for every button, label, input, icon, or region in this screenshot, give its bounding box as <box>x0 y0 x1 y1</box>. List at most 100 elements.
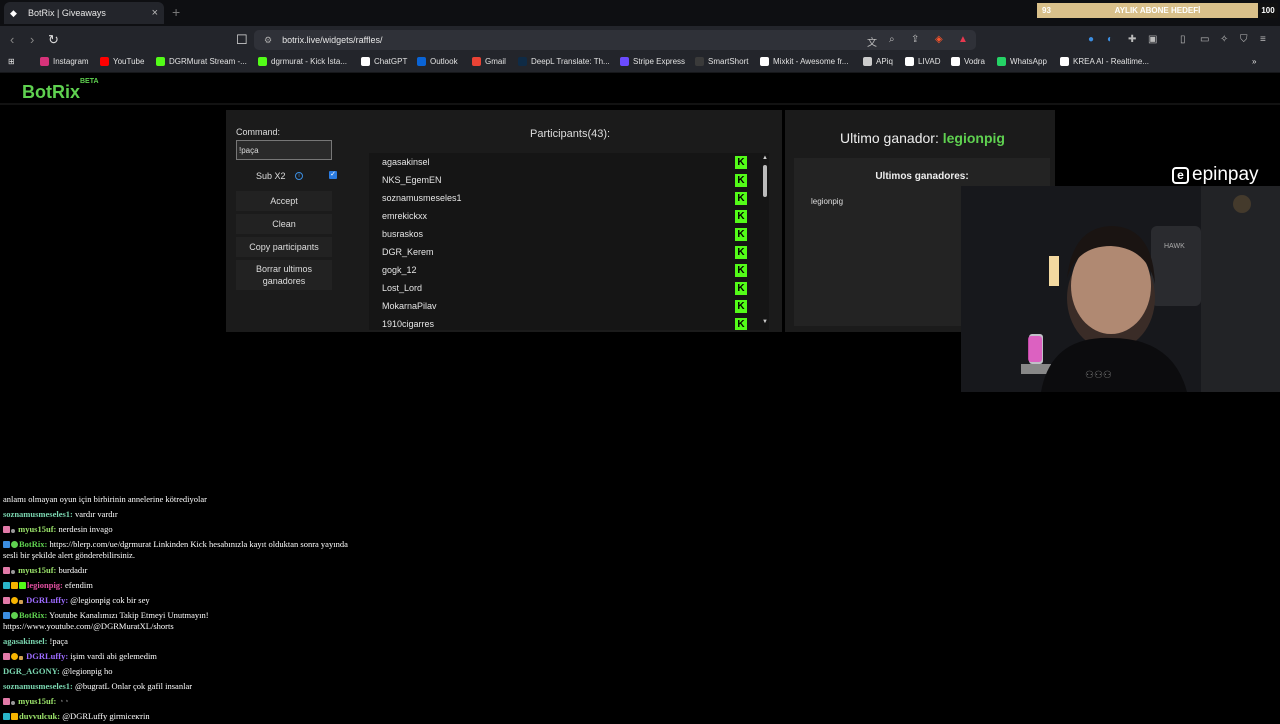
apps-icon[interactable]: ⊞ <box>8 57 15 66</box>
chat-username: DGRLuffy: <box>26 595 69 605</box>
sidebar-icon[interactable]: ▯ <box>1180 34 1186 45</box>
chat-username: BotRix: <box>19 539 48 549</box>
bookmark-item[interactable]: Outlook <box>417 57 458 66</box>
bot-badge-icon <box>3 612 10 619</box>
bookmark-item[interactable]: ChatGPT <box>361 57 407 66</box>
reload-icon[interactable]: ↻ <box>48 32 59 48</box>
chat-username: BotRix: <box>19 610 48 620</box>
translate-icon[interactable]: 文 <box>867 34 877 49</box>
bookmark-item[interactable]: DGRMurat Stream -... <box>156 57 247 66</box>
media-icon[interactable]: ▣ <box>1148 34 1157 45</box>
chat-text: vardır vardır <box>75 509 118 519</box>
chat-message: legionpig: efendim <box>3 578 348 593</box>
extension-1-icon[interactable]: ● <box>1088 34 1094 45</box>
bookmark-item[interactable]: APiq <box>863 57 893 66</box>
beta-badge: BETA <box>80 78 99 85</box>
extension-2-icon[interactable]: ◐ <box>1107 34 1113 45</box>
list-item[interactable]: soznamusmeseles1 K <box>369 190 749 208</box>
chat-text: !paça <box>49 636 68 646</box>
chat-message: myus15uf: ◔◔ <box>3 694 348 709</box>
accept-button[interactable]: Accept <box>236 191 332 211</box>
info-icon[interactable]: i <box>295 172 303 180</box>
chat-message: duvvulcuk: @DGRLuffy girmiceктin <box>3 709 348 724</box>
chat-text: @bugratL Onlar çok gafil insanlar <box>75 681 193 691</box>
clean-button[interactable]: Clean <box>236 214 332 234</box>
site-info-icon[interactable]: ⚙ <box>264 35 272 46</box>
last-winner-name: legionpig <box>942 130 1005 146</box>
participants-scrollbar[interactable]: ▲ ▼ <box>762 153 769 330</box>
bookmark-item[interactable]: KREA AI - Realtime... <box>1060 57 1149 66</box>
chat-username: DGRLuffy: <box>26 651 69 661</box>
youtube-icon <box>100 57 109 66</box>
bookmark-item[interactable]: Stripe Express <box>620 57 685 66</box>
scroll-up-icon[interactable]: ▲ <box>762 155 768 161</box>
badge-icon <box>11 701 15 705</box>
kick-icon: K <box>735 318 747 330</box>
list-item[interactable]: NKS_EgemEN K <box>369 172 749 190</box>
list-item[interactable]: busraskos K <box>369 226 749 244</box>
bookmark-item[interactable]: WhatsApp <box>997 57 1047 66</box>
chat-overlay: anlamı olmayan oyun için birbirinin anne… <box>3 492 348 724</box>
scroll-down-icon[interactable]: ▼ <box>762 319 768 325</box>
kick-icon: K <box>735 174 747 187</box>
leo-icon[interactable]: ✧ <box>1220 34 1228 45</box>
list-item[interactable]: 1910cigarres K <box>369 316 749 330</box>
sub-x2-checkbox[interactable]: ✓ <box>329 171 337 179</box>
wallet-icon[interactable]: ▭ <box>1200 34 1209 45</box>
command-input[interactable] <box>236 140 332 160</box>
bookmark-icon[interactable]: ☐ <box>236 32 248 48</box>
chat-text: @legionpig ho <box>61 666 113 676</box>
list-item[interactable]: MokarnaPilav K <box>369 298 749 316</box>
bookmark-item[interactable]: DeepL Translate: Th... <box>518 57 610 66</box>
zoom-icon[interactable]: ⌕ <box>889 34 895 45</box>
subscriber-badge-icon <box>3 653 10 660</box>
sub-x2-label: Sub X2 <box>256 171 286 181</box>
badge-icon <box>19 656 23 660</box>
subscriber-goal-bar: 93 AYLIK ABONE HEDEFİ 100 <box>1037 3 1278 18</box>
bookmark-item[interactable]: Vodra <box>951 57 985 66</box>
botrix-logo[interactable]: BotRixBETA <box>22 78 99 103</box>
menu-icon[interactable]: ≡ <box>1260 34 1266 45</box>
list-item[interactable]: Lost_Lord K <box>369 280 749 298</box>
list-item[interactable]: gogk_12 K <box>369 262 749 280</box>
epinpay-icon: e <box>1172 166 1189 184</box>
tab-bar: ◆ BotRix | Giveaways × + 93 AYLIK ABONE … <box>0 0 1280 26</box>
winner-item: legionpig <box>811 197 844 206</box>
list-item[interactable]: emrekickxx K <box>369 208 749 226</box>
tab-close-icon[interactable]: × <box>152 7 158 19</box>
rewards-icon[interactable]: ▲ <box>958 34 968 45</box>
list-item[interactable]: agasakinsel K <box>369 154 749 172</box>
bookmark-item[interactable]: dgrmurat - Kick İsta... <box>258 57 347 66</box>
bookmark-item[interactable]: Mixkit - Awesome fr... <box>760 57 848 66</box>
subscriber-badge-icon <box>3 567 10 574</box>
gift-badge-icon <box>11 713 18 720</box>
chat-text: @legionpig cok bir sey <box>70 595 150 605</box>
chat-message: myus15uf: burdadır <box>3 563 348 578</box>
bot-badge-icon <box>3 541 10 548</box>
brave-shield-icon[interactable]: ◈ <box>935 34 943 45</box>
vodra-icon <box>951 57 960 66</box>
more-bookmarks-icon[interactable]: » <box>1252 57 1256 66</box>
participants-list[interactable]: agasakinsel K NKS_EgemEN K soznamusmeseles… <box>369 153 769 330</box>
bookmark-item[interactable]: Gmail <box>472 57 506 66</box>
livad-icon <box>905 57 914 66</box>
scroll-thumb[interactable] <box>763 165 767 197</box>
chat-username: myus15uf: <box>18 696 57 706</box>
webcam-image: HAWK ⚇⚇⚇ <box>961 186 1280 392</box>
tab-active[interactable]: ◆ BotRix | Giveaways × <box>4 2 164 24</box>
bookmark-item[interactable]: Instagram <box>40 57 89 66</box>
back-icon[interactable]: ‹ <box>10 32 14 47</box>
copy-participants-button[interactable]: Copy participants <box>236 237 332 257</box>
bookmark-item[interactable]: SmartShort <box>695 57 748 66</box>
list-item[interactable]: DGR_Kerem K <box>369 244 749 262</box>
bookmark-item[interactable]: YouTube <box>100 57 144 66</box>
clear-winners-button[interactable]: Borrar ultimos ganadores <box>236 260 332 290</box>
extensions-icon[interactable]: ✚ <box>1128 34 1136 45</box>
vpn-icon[interactable]: ⛉ <box>1240 34 1248 45</box>
bookmark-item[interactable]: LIVAD <box>905 57 941 66</box>
svg-text:⚇⚇⚇: ⚇⚇⚇ <box>1085 370 1112 381</box>
forward-icon[interactable]: › <box>30 32 34 47</box>
new-tab-icon[interactable]: + <box>172 4 180 20</box>
share-icon[interactable]: ⇪ <box>911 34 919 45</box>
chat-message: DGRLuffy: @legionpig cok bir sey <box>3 593 348 608</box>
